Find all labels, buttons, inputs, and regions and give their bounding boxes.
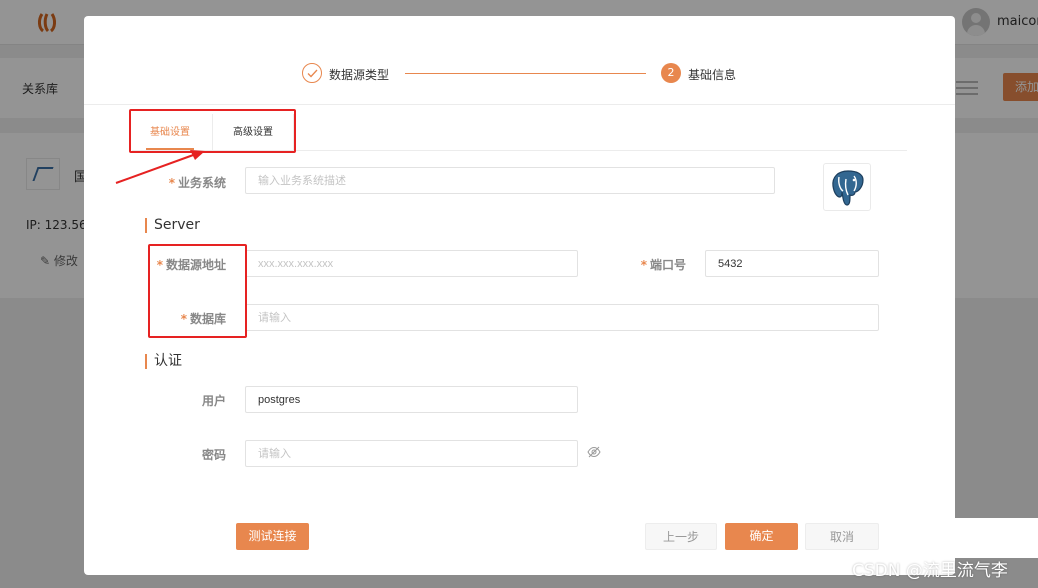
step-connector (405, 73, 646, 74)
annotation-box-required-fields (148, 244, 247, 338)
user-label: 用户 (201, 394, 226, 408)
port-input[interactable] (705, 250, 879, 277)
watermark: CSDN @流里流气李 (852, 561, 1008, 581)
eye-slash-icon[interactable] (587, 446, 601, 458)
postgresql-elephant-icon (832, 170, 864, 206)
background-bottom-button (955, 518, 1038, 558)
host-input[interactable] (245, 250, 578, 277)
step-done-check-icon (302, 63, 322, 83)
password-input[interactable] (245, 440, 578, 467)
confirm-button[interactable]: 确定 (725, 523, 798, 550)
postgresql-logo (823, 163, 871, 211)
password-label: 密码 (201, 448, 226, 462)
step-1-label: 数据源类型 (329, 68, 390, 82)
test-connection-button[interactable]: 测试连接 (236, 523, 309, 550)
database-input[interactable] (245, 304, 879, 331)
steps-bar: 数据源类型 2 基础信息 (84, 16, 955, 105)
business-system-input[interactable] (245, 167, 775, 194)
annotation-box-tabs (129, 109, 296, 153)
auth-section-title: 认证 (145, 354, 182, 369)
prev-step-button[interactable]: 上一步 (645, 523, 717, 550)
server-section-title: Server (145, 218, 200, 233)
step-2-label: 基础信息 (688, 68, 737, 82)
business-system-label: * 业务系统 (168, 176, 226, 190)
step-2-number: 2 (661, 63, 681, 83)
cancel-button[interactable]: 取消 (805, 523, 879, 550)
port-label: * 端口号 (640, 258, 686, 272)
user-input[interactable] (245, 386, 578, 413)
